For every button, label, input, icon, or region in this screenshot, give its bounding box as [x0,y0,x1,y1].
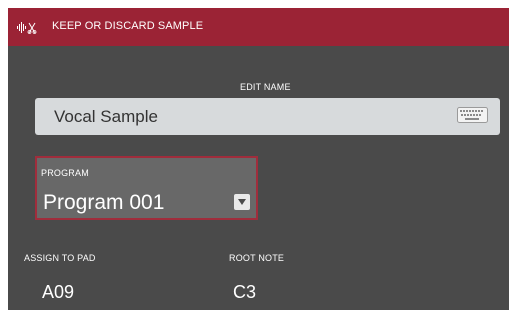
assign-to-pad-value[interactable]: A09 [42,282,74,303]
program-value: Program 001 [43,191,165,214]
name-input-value: Vocal Sample [54,107,158,126]
program-label: PROGRAM [41,168,89,178]
dialog-title: KEEP OR DISCARD SAMPLE [52,20,204,32]
chevron-down-icon[interactable] [234,194,250,210]
root-note-label: ROOT NOTE [229,253,285,263]
name-input[interactable]: Vocal Sample [35,98,500,135]
dialog-window: KEEP OR DISCARD SAMPLE EDIT NAME Vocal S… [8,8,509,310]
assign-to-pad-label: ASSIGN TO PAD [24,253,96,263]
edit-name-label: EDIT NAME [240,82,291,92]
root-note-value[interactable]: C3 [233,282,256,303]
waveform-scissors-icon [17,22,37,34]
keyboard-icon[interactable] [457,107,488,123]
program-select[interactable]: PROGRAM Program 001 [35,156,258,220]
title-bar: KEEP OR DISCARD SAMPLE [8,8,509,46]
